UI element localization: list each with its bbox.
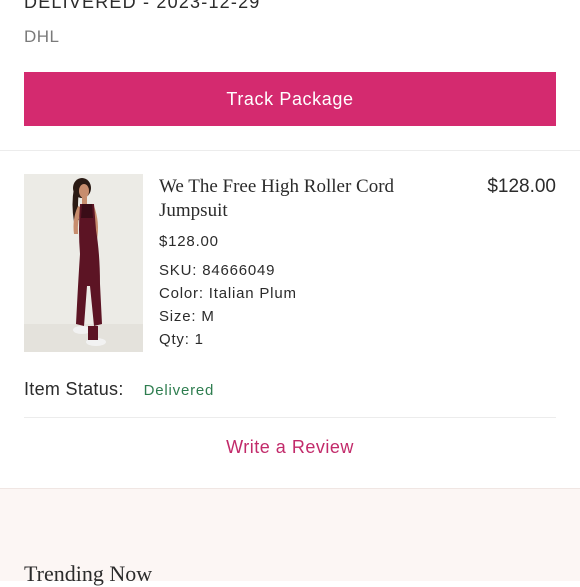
item-divider bbox=[24, 417, 556, 418]
sku-row: SKU: 84666049 bbox=[159, 262, 275, 279]
item-status-value: Delivered bbox=[143, 382, 215, 399]
color-label: Color: bbox=[159, 285, 204, 302]
item-status-label: Item Status: bbox=[24, 379, 124, 399]
product-photo-illustration bbox=[24, 174, 143, 352]
size-row: Size: M bbox=[159, 308, 215, 325]
sku-value: 84666049 bbox=[202, 262, 276, 279]
color-row: Color: Italian Plum bbox=[159, 285, 297, 302]
write-review-link[interactable]: Write a Review bbox=[0, 437, 580, 458]
unit-price: $128.00 bbox=[159, 233, 219, 250]
trending-title: Trending Now bbox=[24, 561, 153, 586]
track-package-button[interactable]: Track Package bbox=[24, 72, 556, 126]
delivery-status-line: DELIVERED - 2023-12-29 bbox=[24, 0, 261, 12]
line-total-price: $128.00 bbox=[487, 176, 556, 197]
qty-value: 1 bbox=[194, 331, 204, 348]
trending-section: Trending Now bbox=[0, 488, 580, 586]
size-value: M bbox=[201, 308, 215, 325]
color-value: Italian Plum bbox=[208, 285, 297, 302]
qty-row: Qty: 1 bbox=[159, 331, 204, 348]
product-image[interactable] bbox=[24, 174, 143, 352]
carrier-name: DHL bbox=[24, 27, 60, 46]
section-divider bbox=[0, 150, 580, 151]
qty-label: Qty: bbox=[159, 331, 190, 348]
size-label: Size: bbox=[159, 308, 197, 325]
sku-label: SKU: bbox=[159, 262, 198, 279]
item-status-row: Item Status: Delivered bbox=[24, 379, 214, 400]
product-name-link[interactable]: We The Free High Roller Cord Jumpsuit bbox=[159, 175, 409, 223]
